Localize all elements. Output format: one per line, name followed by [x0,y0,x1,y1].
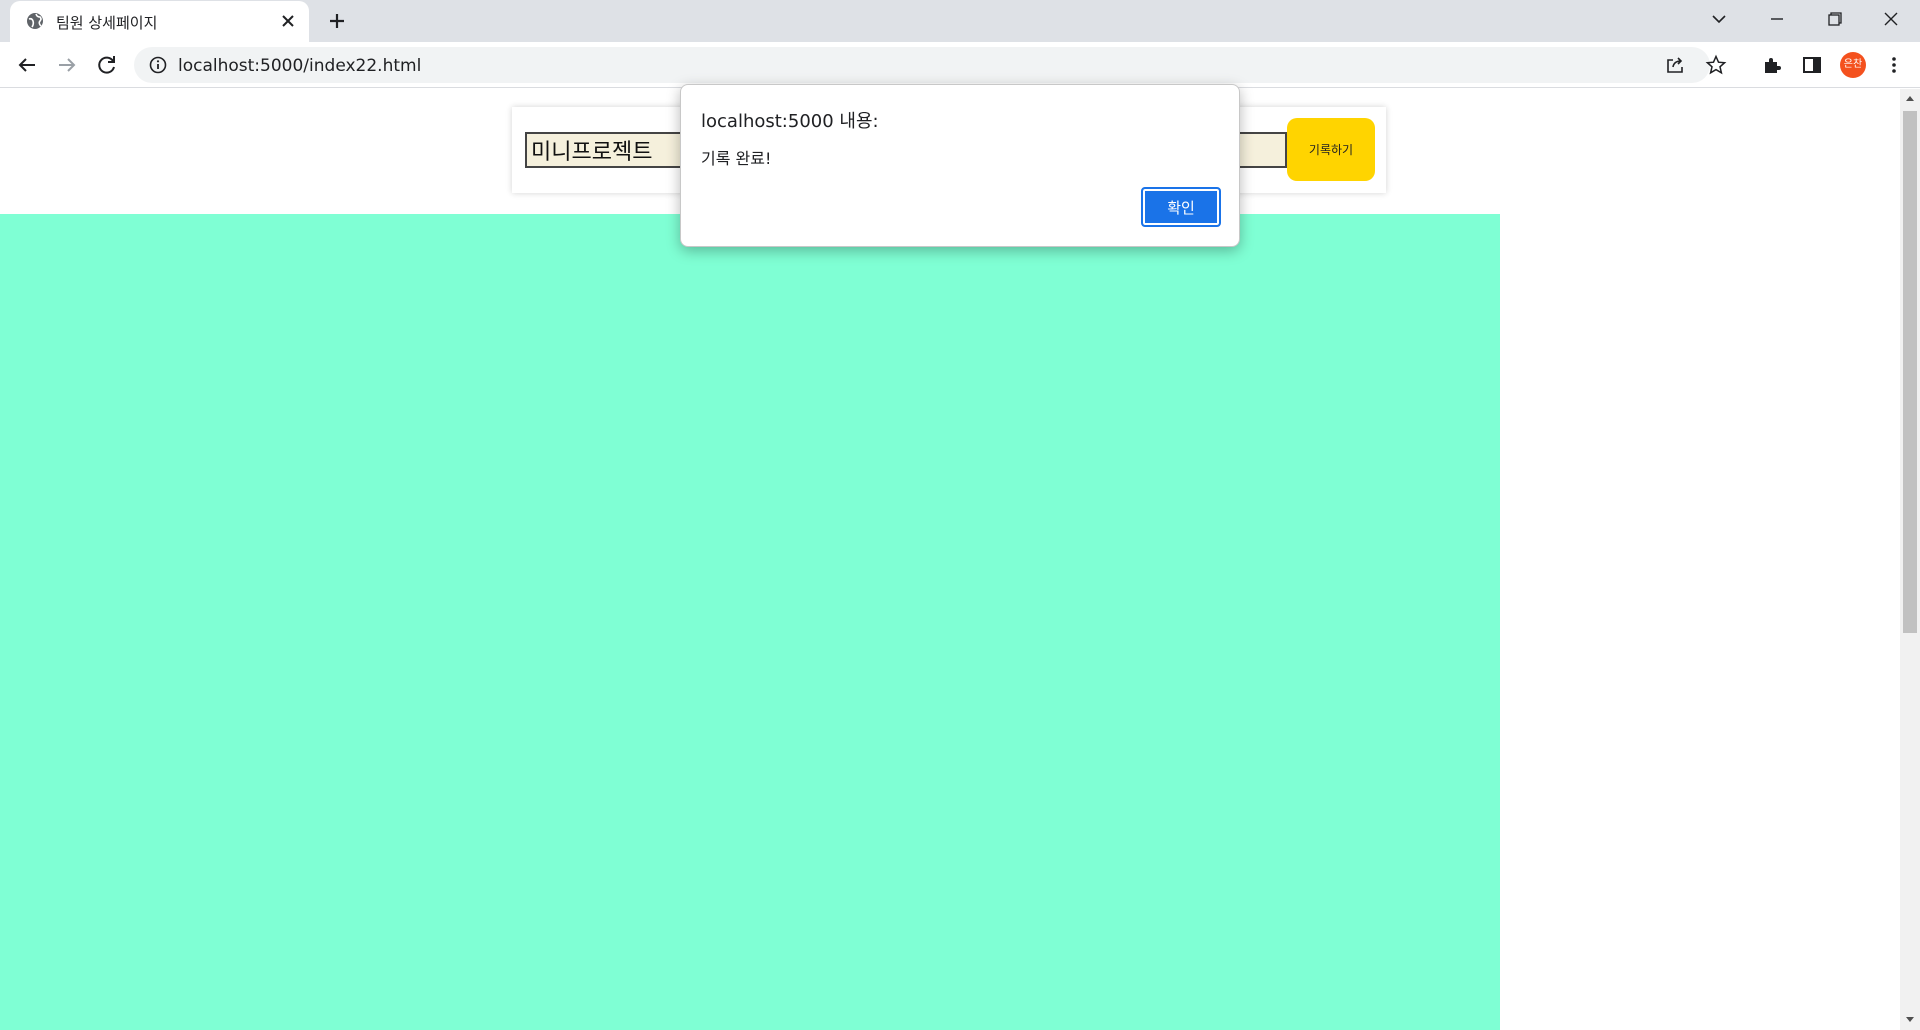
star-icon[interactable] [1705,54,1727,76]
save-button[interactable]: 기록하기 [1287,118,1375,181]
globe-icon [27,13,43,29]
reload-icon[interactable] [93,51,121,79]
menu-icon[interactable] [1882,53,1906,77]
browser-tab[interactable]: 팀원 상세페이지 [10,1,309,42]
plus-icon[interactable] [325,9,349,33]
back-icon[interactable] [13,51,41,79]
tab-strip: 팀원 상세페이지 [0,0,1920,42]
restore-icon[interactable] [1819,6,1849,32]
minimize-icon[interactable] [1762,6,1792,32]
avatar[interactable]: 은찬 [1840,52,1866,78]
ok-button[interactable]: 확인 [1141,187,1221,227]
close-icon[interactable] [278,11,298,31]
forward-icon[interactable] [53,51,81,79]
info-icon[interactable] [148,55,168,75]
alert-message: 기록 완료! [701,149,772,168]
side-panel-icon[interactable] [1800,53,1824,77]
alert-dialog: localhost:5000 내용: 기록 완료! 확인 [680,84,1240,247]
address-bar[interactable]: localhost:5000/index22.html [134,47,1727,83]
scroll-down-icon[interactable] [1904,1015,1916,1025]
scroll-up-icon[interactable] [1904,93,1916,103]
url-text: localhost:5000/index22.html [178,56,422,76]
alert-title: localhost:5000 내용: [701,111,879,132]
tab-title: 팀원 상세페이지 [56,14,158,32]
extensions-icon[interactable] [1760,53,1784,77]
share-icon[interactable] [1664,54,1686,76]
chevron-down-icon[interactable] [1704,6,1734,32]
window-close-icon[interactable] [1876,6,1906,32]
scrollbar[interactable] [1900,89,1920,1030]
browser-toolbar: localhost:5000/index22.html 은찬 [0,42,1920,88]
scroll-thumb[interactable] [1903,111,1917,633]
content-area [0,214,1500,1030]
